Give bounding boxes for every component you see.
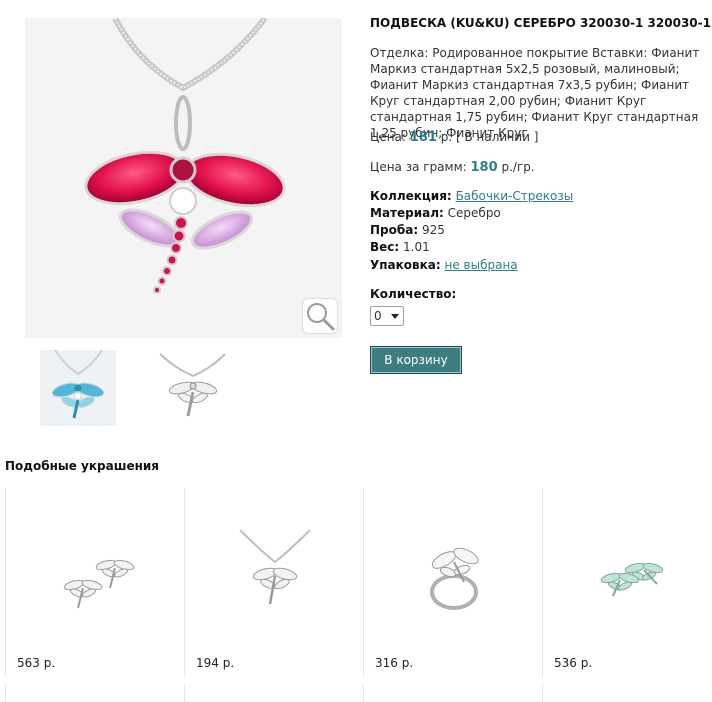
collection-link[interactable]: Бабочки-Стрекозы [456, 189, 574, 203]
similar-heading: Подобные украшения [5, 459, 160, 473]
similar-item-price: 563 р. [17, 656, 56, 670]
probe-label: Проба: [370, 223, 419, 237]
price-label: Цена: [370, 130, 406, 144]
material-label: Материал: [370, 206, 444, 220]
product-title: ПОДВЕСКА (KU&KU) СЕРЕБРО 320030-1 320030… [370, 16, 711, 30]
packaging-label: Упаковка: [370, 258, 441, 272]
earrings-image [63, 559, 135, 609]
similar-item-price: 194 р. [196, 656, 235, 670]
similar-item-next-row [363, 684, 541, 702]
material-value: Серебро [447, 206, 501, 220]
main-product-image[interactable] [25, 18, 342, 338]
zoom-icon[interactable] [302, 298, 338, 334]
price-row: Цена: 181 р. [ В наличии ] [370, 130, 538, 145]
green-earrings-image [600, 562, 664, 597]
similar-item-price: 536 р. [554, 656, 593, 670]
collection-row: Коллекция: Бабочки-Стрекозы [370, 189, 573, 203]
similar-item[interactable]: 316 р. [363, 488, 541, 678]
ring-image [430, 547, 479, 610]
similar-item[interactable]: 194 р. [184, 488, 362, 678]
probe-row: Проба: 925 [370, 223, 445, 237]
probe-value: 925 [421, 223, 445, 237]
similar-item-next-row [542, 684, 712, 702]
quantity-label: Количество: [370, 287, 457, 301]
packaging-link[interactable]: не выбрана [445, 258, 518, 272]
quantity-value: 0 [374, 309, 382, 323]
packaging-row: Упаковка: не выбрана [370, 258, 518, 272]
material-row: Материал: Серебро [370, 206, 501, 220]
thumbnail-silver-variant[interactable] [155, 350, 231, 426]
chevron-down-icon [391, 314, 399, 319]
product-description: Отделка: Родированное покрытие Вставки: … [370, 46, 700, 140]
pendant-image [239, 529, 311, 605]
quantity-select[interactable]: 0 [370, 306, 404, 326]
weight-value: 1.01 [403, 240, 430, 254]
similar-item[interactable]: 563 р. [5, 488, 183, 678]
similar-item-next-row [5, 684, 183, 702]
similar-item-next-row [184, 684, 362, 702]
gram-price-suffix: р./гр. [501, 160, 535, 174]
weight-label: Вес: [370, 240, 400, 254]
similar-item-price: 316 р. [375, 656, 414, 670]
gram-price-value: 180 [470, 160, 498, 175]
collection-label: Коллекция: [370, 189, 452, 203]
weight-row: Вес: 1.01 [370, 240, 430, 254]
similar-item[interactable]: 536 р. [542, 488, 712, 678]
gram-price-label: Цена за грамм: [370, 160, 467, 174]
add-to-cart-button[interactable]: В корзину [370, 346, 462, 374]
price-value: 181 [409, 130, 437, 145]
gram-price-row: Цена за грамм: 180 р./гр. [370, 160, 535, 175]
price-suffix: р. [ В наличии ] [440, 130, 539, 144]
thumbnail-aqua-variant[interactable] [40, 350, 116, 426]
